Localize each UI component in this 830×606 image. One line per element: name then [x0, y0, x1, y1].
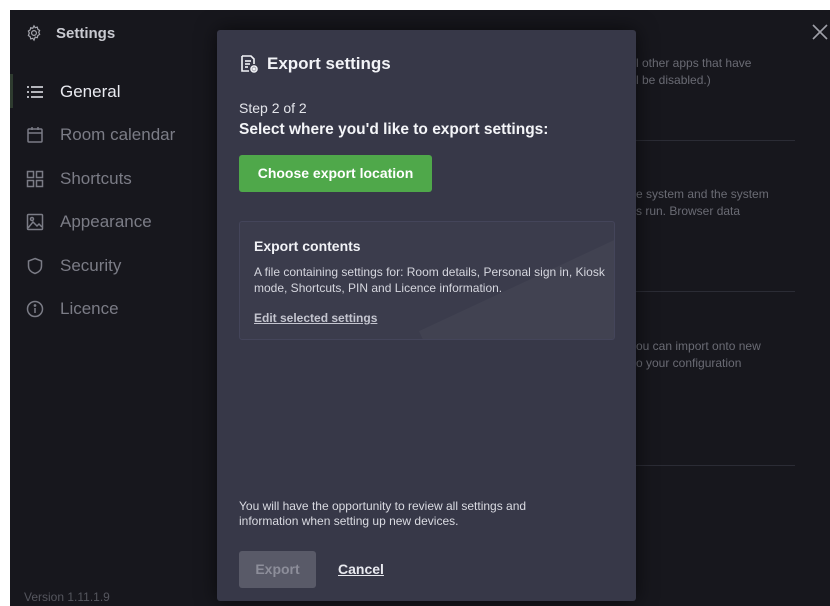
sidebar-item-security[interactable]: Security: [10, 244, 215, 288]
sidebar-item-label: General: [60, 81, 121, 101]
image-icon: [26, 214, 44, 231]
sidebar-item-shortcuts[interactable]: Shortcuts: [10, 157, 215, 201]
background-text: e system and the system s run. Browser d…: [636, 187, 769, 218]
gear-icon: [27, 24, 41, 42]
grid-icon: [26, 170, 44, 187]
dialog-heading: Select where you'd like to export settin…: [239, 121, 549, 138]
divider: [635, 465, 795, 466]
dialog-title: Export settings: [267, 54, 391, 73]
sidebar-item-licence[interactable]: Licence: [10, 288, 215, 332]
close-icon[interactable]: [810, 22, 830, 42]
info-icon: [26, 301, 44, 318]
edit-selected-settings-link[interactable]: Edit selected settings: [254, 311, 377, 325]
cancel-link[interactable]: Cancel: [338, 561, 384, 577]
list-icon: [27, 86, 43, 98]
background-text: ou can import onto new o your configurat…: [636, 339, 761, 370]
dialog-header: Export settings: [239, 54, 391, 74]
export-button[interactable]: Export: [239, 551, 316, 588]
window-title: Settings: [56, 25, 116, 42]
export-settings-dialog: Export settings Step 2 of 2 Select where…: [217, 30, 636, 601]
background-text: l other apps that have l be disabled.): [636, 56, 752, 87]
sidebar-item-label: Appearance: [60, 212, 152, 232]
sidebar-item-general[interactable]: General: [10, 70, 215, 114]
export-document-icon: [241, 55, 258, 73]
export-contents-title: Export contents: [254, 238, 361, 254]
sidebar-item-label: Licence: [60, 299, 119, 319]
divider: [635, 140, 795, 141]
export-contents-description: A file containing settings for: Room det…: [254, 265, 605, 295]
sidebar-item-label: Security: [60, 255, 122, 275]
calendar-icon: [27, 127, 43, 143]
choose-export-location-button[interactable]: Choose export location: [239, 155, 432, 192]
version-label: Version 1.11.1.9: [24, 590, 110, 604]
sidebar: General Room calendar Shortcuts Appearan…: [10, 70, 215, 331]
sidebar-item-appearance[interactable]: Appearance: [10, 201, 215, 245]
sidebar-item-room-calendar[interactable]: Room calendar: [10, 114, 215, 158]
step-indicator: Step 2 of 2: [239, 100, 307, 116]
sidebar-item-label: Shortcuts: [60, 168, 132, 188]
sidebar-item-label: Room calendar: [60, 125, 176, 145]
export-contents-panel: Export contents A file containing settin…: [239, 221, 615, 340]
review-note: You will have the opportunity to review …: [239, 499, 527, 528]
settings-window: Settings General Room calendar Shortcuts…: [10, 10, 830, 606]
shield-icon: [27, 257, 43, 275]
divider: [635, 291, 795, 292]
